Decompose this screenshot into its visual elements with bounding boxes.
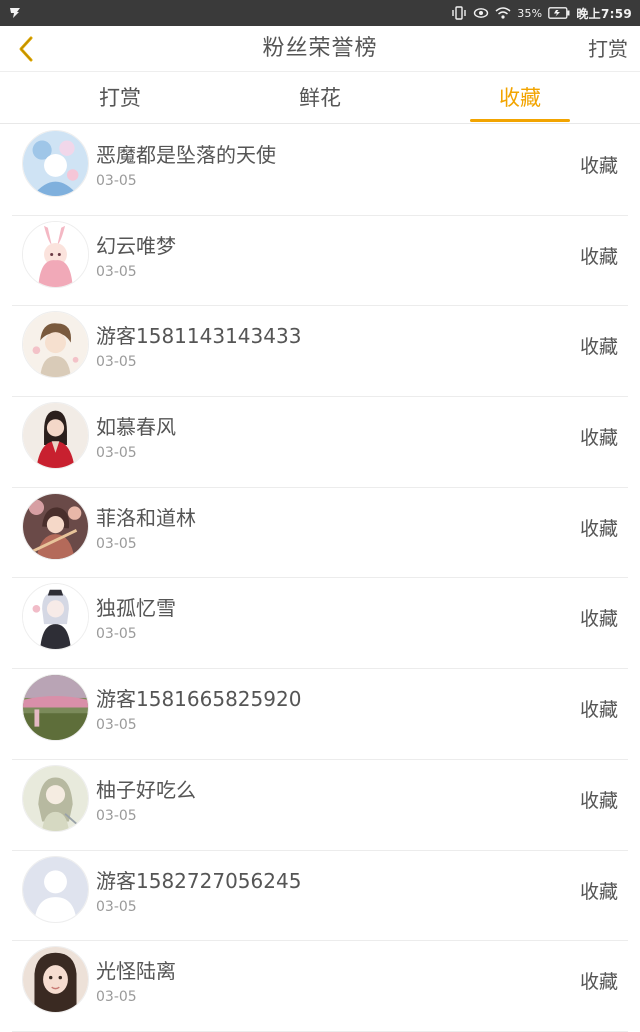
status-right: 35% 晚上7:59: [451, 0, 632, 26]
date-label: 03-05: [96, 173, 137, 189]
date-label: 03-05: [96, 989, 137, 1006]
tab-favorites[interactable]: 收藏: [470, 72, 570, 124]
user-name: 独孤忆雪: [96, 596, 176, 621]
date-label: 03-05: [96, 717, 137, 734]
favorite-label: 收藏: [579, 608, 618, 631]
reward-button[interactable]: 打赏: [588, 26, 628, 72]
list-item[interactable]: 菲洛和道林 03-05 收藏: [0, 487, 640, 579]
header: 粉丝荣誉榜 打赏: [0, 26, 640, 72]
favorite-label: 收藏: [579, 699, 618, 722]
battery-icon: [548, 7, 570, 19]
date-label: 03-05: [96, 535, 137, 552]
favorite-label: 收藏: [579, 245, 618, 268]
date-label: 03-05: [96, 626, 137, 643]
avatar: [22, 764, 89, 832]
tab-flowers[interactable]: 鲜花: [270, 72, 370, 124]
avatar: [22, 583, 89, 651]
date-label: 03-05: [96, 263, 137, 280]
user-name: 游客1582727056245: [96, 868, 302, 893]
list-item[interactable]: 柚子好吃么 03-05 收藏: [0, 759, 640, 851]
user-name: 光怪陆离: [96, 959, 176, 984]
list-item[interactable]: 恶魔都是坠落的天使 03-05 收藏: [0, 125, 640, 216]
battery-percent: 35%: [517, 6, 543, 20]
list-item[interactable]: 游客1581665825920 03-05 收藏: [0, 669, 640, 760]
favorite-label: 收藏: [579, 517, 618, 540]
user-name: 恶魔都是坠落的天使: [96, 143, 276, 167]
avatar: [22, 674, 89, 742]
active-tab-indicator: [470, 119, 570, 122]
date-label: 03-05: [96, 445, 137, 462]
tab-favorites-label: 收藏: [499, 86, 541, 110]
favorite-label: 收藏: [579, 789, 618, 812]
favorite-label: 收藏: [579, 155, 618, 177]
clock: 晚上7:59: [576, 6, 632, 21]
page-title: 粉丝荣誉榜: [262, 36, 378, 61]
tab-reward[interactable]: 打赏: [70, 72, 170, 124]
eye-icon: [473, 6, 489, 20]
list-item[interactable]: 游客1582727056245 03-05 收藏: [0, 850, 640, 942]
user-name: 菲洛和道林: [96, 505, 196, 530]
list-item[interactable]: 幻云唯梦 03-05 收藏: [0, 215, 640, 307]
date-label: 03-05: [96, 807, 137, 824]
date-label: 03-05: [96, 354, 137, 371]
user-name: 幻云唯梦: [96, 233, 176, 258]
avatar: [22, 220, 89, 288]
list-item[interactable]: 游客1581143143433 03-05 收藏: [0, 306, 640, 398]
tab-bar: 打赏 鲜花 收藏: [0, 72, 640, 124]
date-label: 03-05: [96, 898, 137, 915]
user-name: 游客1581143143433: [96, 324, 302, 349]
list-item[interactable]: 光怪陆离 03-05 收藏: [0, 941, 640, 1032]
fan-list: 恶魔都是坠落的天使 03-05 收藏 幻云唯梦 03-05 收藏 游客15811…: [0, 125, 640, 1032]
avatar: [22, 946, 89, 1014]
favorite-label: 收藏: [579, 971, 618, 994]
favorite-label: 收藏: [579, 336, 618, 359]
list-item[interactable]: 如慕春风 03-05 收藏: [0, 397, 640, 488]
wifi-icon: [495, 6, 511, 20]
avatar: [22, 311, 89, 379]
avatar: [22, 855, 89, 923]
status-bar: 35% 晚上7:59: [0, 0, 640, 26]
list-item[interactable]: 独孤忆雪 03-05 收藏: [0, 578, 640, 670]
avatar: [22, 402, 89, 470]
user-name: 如慕春风: [96, 415, 176, 440]
default-avatar-icon: [23, 856, 88, 922]
favorite-label: 收藏: [579, 880, 618, 903]
notification-icon: [8, 6, 22, 20]
vibrate-icon: [451, 6, 467, 20]
status-left: [8, 6, 88, 20]
avatar: [22, 492, 89, 560]
user-name: 游客1581665825920: [96, 687, 302, 712]
favorite-label: 收藏: [579, 427, 618, 450]
avatar: [22, 130, 89, 197]
user-name: 柚子好吃么: [96, 777, 196, 802]
